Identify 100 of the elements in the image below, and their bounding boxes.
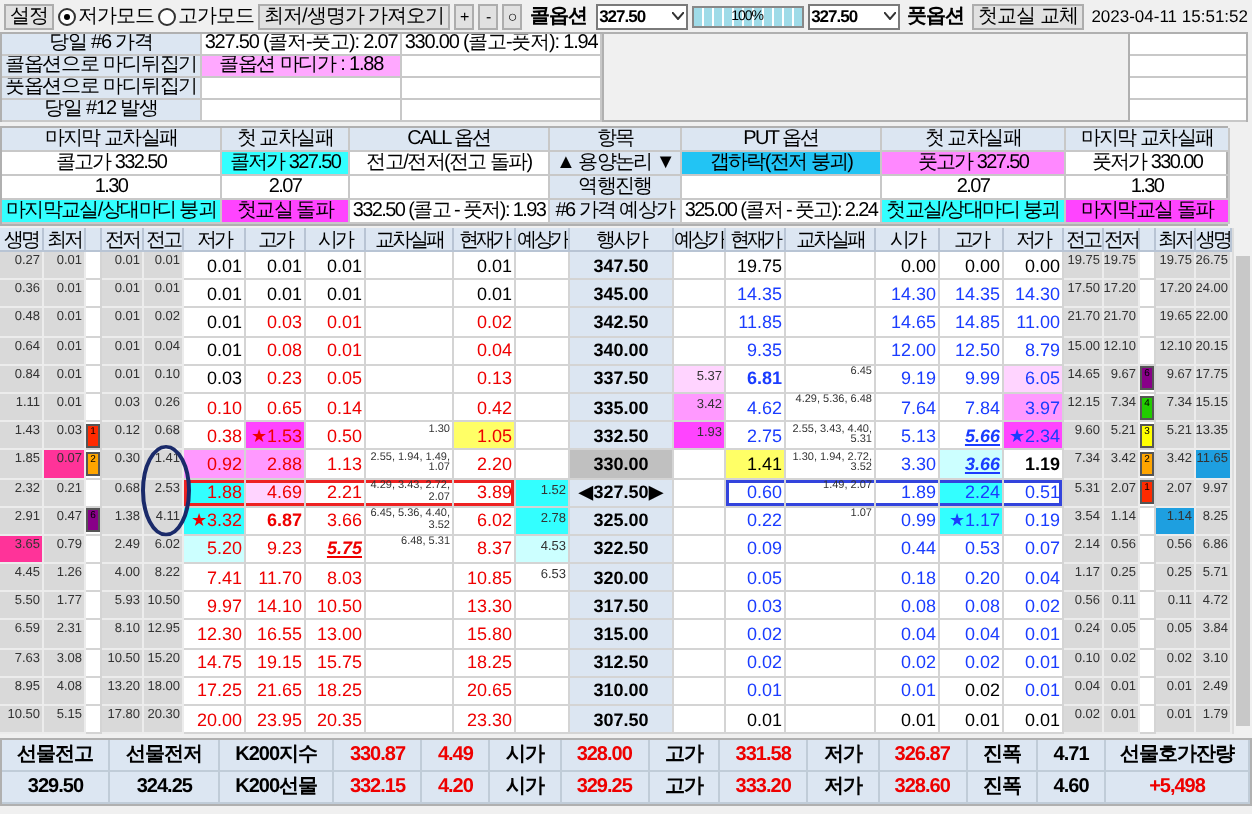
table-cell: 0.01 [306, 308, 366, 338]
table-cell: 4.60 [1038, 772, 1106, 805]
column-header: 현재가 [454, 228, 516, 252]
strike-cell: 310.00 [570, 677, 674, 706]
strike-cell: 312.50 [570, 649, 674, 678]
table-cell: 1.05 [454, 422, 516, 451]
column-header: 생명 [1196, 228, 1232, 252]
table-cell: 선물전고 [2, 740, 111, 773]
strike-cell: 322.50 [570, 535, 674, 565]
table-cell: 0.02 [940, 677, 1004, 706]
table-cell: 0.01 [184, 308, 246, 338]
strike-select[interactable]: 327.50 [807, 3, 900, 29]
table-cell: 331.58 [720, 740, 809, 773]
table-cell: 3.89 [454, 479, 516, 508]
swap-button[interactable]: 첫교실 교체 [972, 3, 1084, 29]
table-cell: 15.75 [306, 649, 366, 678]
table-cell: ★1.17 [940, 507, 1004, 536]
table-cell: 0.18 [876, 564, 940, 593]
table-cell: K200선물 [219, 772, 335, 805]
mode-radio[interactable]: 고가모드 [158, 2, 254, 30]
table-cell: 0.01 [184, 252, 246, 281]
table-cell: 9.19 [876, 365, 940, 394]
table-cell: 332.15 [334, 772, 423, 805]
table-cell: 0.01 [306, 337, 366, 366]
table-cell: 0.03 [246, 308, 306, 338]
small-button[interactable]: + [454, 3, 475, 29]
table-cell: 17.25 [184, 677, 246, 706]
column-header: 시가 [876, 228, 940, 252]
table-cell: 23.30 [454, 706, 516, 735]
table-cell: 13.30 [454, 592, 516, 621]
mode-radio[interactable]: 저가모드 [58, 2, 154, 30]
table-cell: 0.04 [940, 620, 1004, 650]
table-cell: 0.05 [726, 564, 786, 593]
table-cell: 12.30 [184, 620, 246, 650]
table-cell: 0.01 [306, 252, 366, 281]
column-header: 고가 [246, 228, 306, 252]
strike-cell: 332.50 [570, 422, 674, 451]
strike-cell: 337.50 [570, 365, 674, 394]
fetch-button[interactable]: 최저/생명가 가져오기 [258, 3, 451, 29]
table-cell: 14.10 [246, 592, 306, 621]
table-cell: 324.25 [110, 772, 220, 805]
table-cell: 1.89 [876, 479, 940, 508]
table-cell: 풋고가 327.50 [882, 152, 1066, 176]
strike-cell: 315.00 [570, 620, 674, 650]
table-cell: 11.85 [726, 308, 786, 338]
table-cell: 0.01 [306, 280, 366, 309]
strike-cell: 342.50 [570, 308, 674, 338]
settings-button[interactable]: 설정 [4, 3, 54, 29]
scrollbar[interactable] [1232, 228, 1252, 735]
column-header: 첫 교차실패 [882, 128, 1066, 152]
strike-cell: 320.00 [570, 564, 674, 593]
column-header: 시가 [306, 228, 366, 252]
strike-select[interactable]: 327.50 [595, 3, 688, 29]
table-cell: 0.13 [454, 365, 516, 394]
table-cell: 18.25 [454, 649, 516, 678]
table-cell: 0.03 [726, 592, 786, 621]
table-cell: 2.21 [306, 479, 366, 508]
table-cell: 329.25 [561, 772, 650, 805]
scrollbar-thumb[interactable] [1236, 256, 1250, 727]
table-cell: 선물호가잔량 [1106, 740, 1250, 773]
table-cell: 0.08 [246, 337, 306, 366]
column-header: PUT 옵션 [682, 128, 882, 152]
table-cell: 0.02 [876, 649, 940, 678]
table-cell: 19.15 [246, 649, 306, 678]
strike-cell: 330.00 [570, 450, 674, 479]
table-cell: 20.65 [454, 677, 516, 706]
table-cell: 저가 [808, 772, 880, 805]
table-cell: 328.00 [561, 740, 650, 773]
table-cell: 3.66 [940, 450, 1004, 479]
column-header: 전저 [102, 228, 144, 252]
table-cell: 4.20 [422, 772, 491, 805]
table-cell: 7.41 [184, 564, 246, 593]
column-header: 예상가 [516, 228, 570, 252]
table-cell: 4.49 [422, 740, 491, 773]
strike-cell: 325.00 [570, 507, 674, 536]
table-cell: +5,498 [1106, 772, 1250, 805]
table-cell: 0.03 [184, 365, 246, 394]
table-cell: 2.20 [454, 450, 516, 479]
table-cell: 0.22 [726, 507, 786, 536]
table-cell: 4.62 [726, 393, 786, 423]
column-header: 저가 [1004, 228, 1064, 252]
table-cell: 332.50 (콜고 - 풋저): 1.93 [350, 200, 550, 224]
table-cell: 고가 [649, 772, 721, 805]
small-button[interactable]: - [478, 3, 499, 29]
table-cell: 12.50 [940, 337, 1004, 366]
table-cell: 선물전저 [110, 740, 220, 773]
table-cell: 첫교실/상대마디 붕괴 [882, 200, 1066, 224]
column-header: 교차실패 [366, 228, 454, 252]
table-cell: 역행진행 [550, 176, 682, 200]
table-cell: 6.05 [1004, 365, 1064, 394]
small-button[interactable]: ○ [502, 3, 523, 29]
strike-cell: 347.50 [570, 252, 674, 281]
ellipse-annotation [140, 444, 192, 538]
table-cell: 5.13 [876, 422, 940, 451]
table-cell: 마지막교실 돌파 [1066, 200, 1230, 224]
table-cell: 전고/전저(전고 돌파) [350, 152, 550, 176]
table-cell: 328.60 [879, 772, 968, 805]
table-cell: 0.01 [454, 280, 516, 309]
table-cell: 0.44 [876, 535, 940, 565]
table-cell: 0.01 [876, 677, 940, 706]
